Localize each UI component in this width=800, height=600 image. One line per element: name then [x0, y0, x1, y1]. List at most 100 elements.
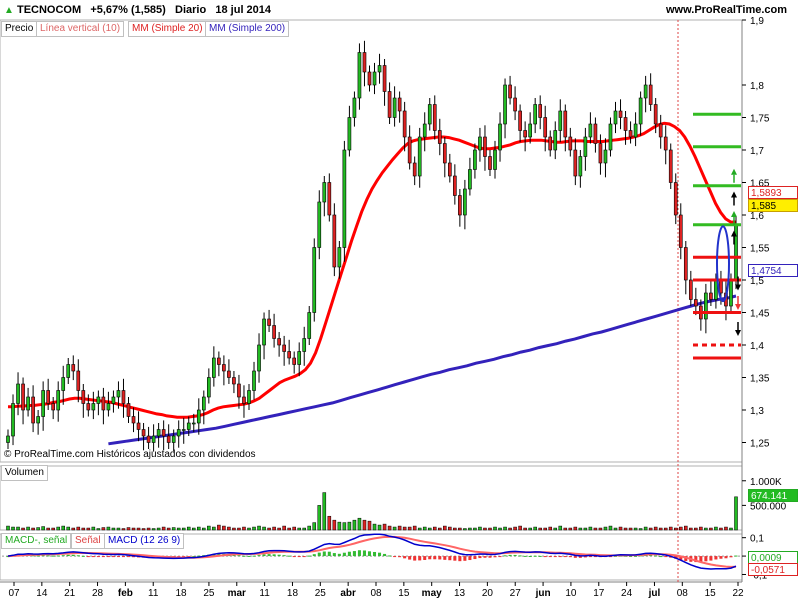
x-tick-label: 10 — [565, 588, 577, 599]
macd-histogram-bar — [272, 554, 276, 557]
candle-body — [66, 364, 71, 378]
x-tick-label: 27 — [510, 588, 522, 599]
volume-bar — [513, 526, 517, 531]
x-tick-label: 20 — [482, 588, 494, 599]
macd-histogram-bar — [292, 556, 296, 558]
arrow-down-icon — [735, 304, 741, 310]
volume-bar — [448, 526, 452, 531]
volume-bar — [217, 524, 221, 531]
candle-body — [603, 149, 608, 164]
candle-body — [181, 429, 186, 431]
volume-bar — [438, 527, 442, 531]
candle-body — [41, 390, 45, 417]
volume-bar — [668, 526, 673, 531]
candle-body — [91, 403, 96, 411]
volume-bar — [558, 525, 563, 531]
volume-bar — [317, 505, 322, 531]
price-chart[interactable]: 1,91,81,751,71,651,61,551,51,451,41,351,… — [0, 0, 800, 600]
macd-histogram-bar — [458, 556, 462, 562]
candle-body — [583, 136, 588, 157]
macd-histogram-bar — [709, 556, 713, 561]
price-tick-label: 1,75 — [750, 114, 770, 125]
legend-price[interactable]: Precio — [1, 21, 38, 37]
arrow-up-icon — [731, 168, 737, 175]
candle-body — [498, 123, 502, 151]
legend-macd[interactable]: MACD (12 26 9) — [104, 533, 185, 549]
candle-body — [201, 396, 206, 411]
volume-bar — [277, 527, 281, 531]
candle-body — [558, 110, 563, 131]
candle-body — [171, 435, 176, 443]
ma20-line — [8, 121, 737, 419]
macd-histogram-bar — [116, 556, 120, 558]
macd-histogram-bar — [478, 556, 482, 559]
candle-body — [31, 396, 35, 424]
volume-bar — [382, 523, 387, 531]
candle-body — [638, 97, 643, 125]
volume-bar — [508, 527, 512, 531]
candle-body — [412, 162, 417, 177]
volume-bar — [222, 525, 226, 531]
price-tick-label: 1,3 — [750, 406, 764, 417]
macd-histogram-bar — [342, 552, 346, 557]
macd-histogram-bar — [267, 554, 271, 557]
legend-volume[interactable]: Volumen — [1, 465, 48, 481]
candle-body — [352, 97, 357, 118]
volume-bar — [588, 526, 593, 531]
candle-body — [613, 110, 618, 125]
candle-body — [232, 377, 236, 385]
candle-body — [332, 214, 337, 268]
candle-body — [362, 52, 367, 73]
legend-macd-hist[interactable]: MACD-, señal — [1, 533, 72, 549]
volume-bar — [96, 528, 101, 531]
x-tick-label: 08 — [677, 588, 689, 599]
volume-bar — [26, 526, 30, 531]
macd-histogram-bar — [724, 556, 728, 559]
x-tick-label: 08 — [370, 588, 382, 599]
candle-body — [292, 357, 296, 365]
candle-body — [237, 383, 241, 398]
legend-vline[interactable]: Línea vertical (10) — [36, 21, 125, 37]
candle-body — [387, 91, 392, 118]
volume-bar — [563, 527, 568, 531]
legend-signal[interactable]: Señal — [71, 533, 105, 549]
macd-histogram-bar — [398, 556, 402, 558]
volume-bar — [679, 526, 683, 531]
candle-body — [207, 377, 211, 398]
arrow-down-icon — [735, 330, 741, 336]
legend-ma20[interactable]: MM (Simple 20) — [128, 21, 207, 37]
candle-body — [578, 156, 583, 177]
ma200-value-tag: 1,4754 — [748, 264, 798, 277]
volume-bar — [663, 527, 668, 531]
up-arrow-icon: ▲ — [4, 5, 14, 16]
legend-ma200[interactable]: MM (Simple 200) — [205, 21, 290, 37]
volume-bar — [51, 527, 55, 531]
volume-bar — [302, 527, 306, 531]
volume-bar — [202, 527, 206, 531]
macd-histogram-bar — [91, 556, 95, 558]
candle-body — [392, 97, 397, 118]
candle-body — [61, 377, 66, 391]
volume-bars — [6, 492, 738, 531]
candle-body — [277, 338, 281, 346]
macd-histogram-bar — [433, 556, 437, 560]
candle-body — [312, 247, 317, 313]
candle-body — [247, 390, 251, 404]
volume-bar — [427, 527, 432, 531]
candle-body — [573, 149, 578, 177]
macd-histogram-bar — [262, 554, 266, 557]
candle-body — [442, 143, 447, 164]
site-url[interactable]: www.ProRealTime.com — [666, 4, 787, 16]
volume-bar — [548, 526, 553, 531]
macd-histogram-bar — [448, 556, 452, 561]
macd-histogram-bar — [438, 556, 442, 560]
volume-bar — [638, 528, 643, 531]
macd-histogram-bar — [317, 552, 321, 557]
macd-histogram-bar — [664, 556, 668, 558]
candle-body — [478, 136, 482, 151]
ma20-value-tag: 1,5893 — [748, 186, 798, 199]
volume-bar — [106, 526, 111, 531]
macd-histogram-bar — [277, 554, 281, 557]
volume-bar — [146, 527, 151, 531]
macd-histogram-bar — [734, 555, 738, 557]
